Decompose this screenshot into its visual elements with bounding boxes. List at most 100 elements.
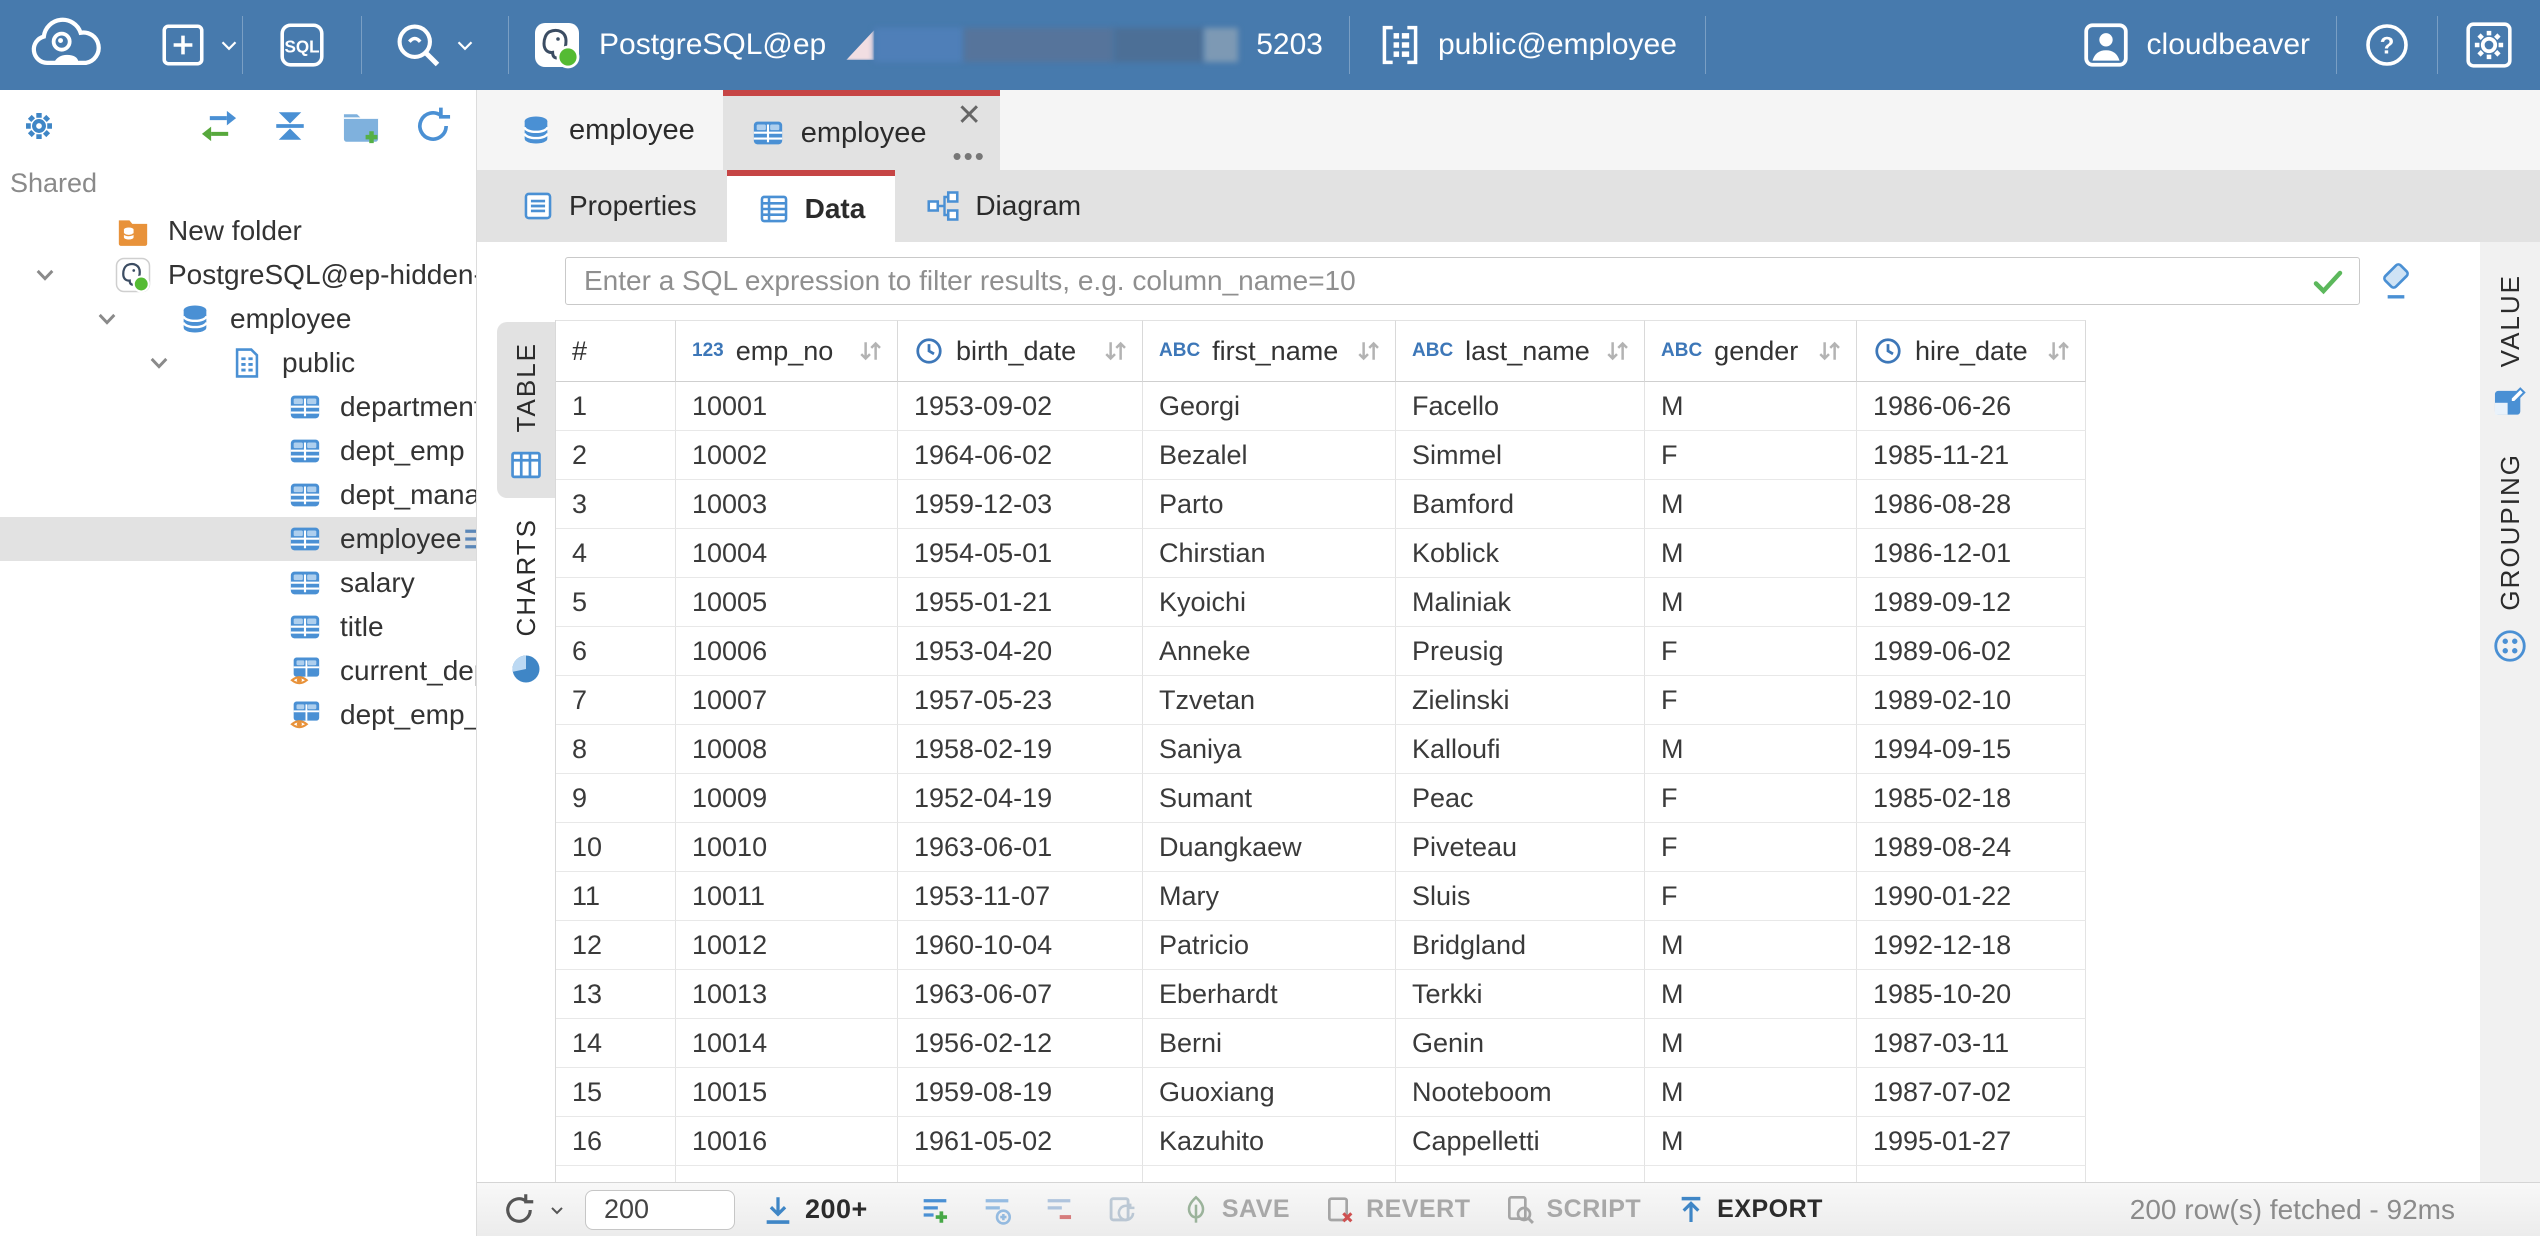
grid-cell-birth_date[interactable]: 1954-05-01 [898, 529, 1143, 578]
refresh-data-button[interactable] [501, 1192, 567, 1228]
grid-cell-emp_no[interactable]: 10016 [676, 1117, 898, 1166]
grid-cell-hire_date[interactable]: 1989-08-24 [1857, 823, 2086, 872]
grid-cell-birth_date[interactable]: 1960-10-04 [898, 921, 1143, 970]
tree-item-public[interactable]: public [0, 341, 476, 385]
new-connection-button[interactable] [158, 20, 242, 70]
sort-arrows-icon[interactable] [1602, 336, 1632, 366]
tree-item-current-dept-emp[interactable]: current_dept_emp [0, 649, 476, 693]
schema-selector[interactable]: public@employee [1378, 23, 1677, 67]
grid-cell-birth_date[interactable]: 1963-06-07 [898, 970, 1143, 1019]
tree-item-postgresql-ep-hidden-[interactable]: PostgreSQL@ep-hidden-... [0, 253, 476, 297]
grid-cell-last_name[interactable]: Nooteboom [1396, 1068, 1645, 1117]
tree-item-dept-manager[interactable]: dept_manager [0, 473, 476, 517]
row-number-cell[interactable]: 2 [556, 431, 676, 480]
grid-cell-hire_date[interactable]: 1987-07-02 [1857, 1068, 2086, 1117]
row-number-cell[interactable]: 10 [556, 823, 676, 872]
presenter-tab-table[interactable]: TABLE [497, 322, 555, 498]
grid-cell-last_name[interactable]: Terkki [1396, 970, 1645, 1019]
column-header-first_name[interactable]: ABCfirst_name [1143, 320, 1396, 382]
duplicate-row-button[interactable] [980, 1193, 1014, 1227]
grid-cell-last_name[interactable]: Cappelletti [1396, 1117, 1645, 1166]
navigator-settings-gear-icon[interactable] [20, 107, 58, 145]
tree-item-new-folder[interactable]: New folder [0, 209, 476, 253]
tree-item-dept-emp-latest-date[interactable]: dept_emp_latest_date [0, 693, 476, 737]
script-button[interactable]: SCRIPT [1504, 1194, 1641, 1226]
grid-cell-gender[interactable]: M [1645, 529, 1857, 578]
sort-arrows-icon[interactable] [2043, 336, 2073, 366]
chevron-down-icon[interactable] [24, 262, 114, 288]
grid-cell-emp_no[interactable]: 10010 [676, 823, 898, 872]
grid-cell-gender[interactable]: M [1645, 1068, 1857, 1117]
grid-cell-last_name[interactable]: Piveteau [1396, 823, 1645, 872]
grid-cell-emp_no[interactable]: 10008 [676, 725, 898, 774]
presenter-tab-charts[interactable]: CHARTS [497, 498, 555, 700]
grid-cell-hire_date[interactable]: 1989-06-02 [1857, 627, 2086, 676]
panel-tab-grouping[interactable]: GROUPING [2491, 437, 2529, 681]
grid-cell-birth_date[interactable]: 1963-06-01 [898, 823, 1143, 872]
sync-connections-icon[interactable] [198, 105, 240, 147]
column-header-hire_date[interactable]: hire_date [1857, 320, 2086, 382]
grid-cell-first_name[interactable]: Bezalel [1143, 431, 1396, 480]
user-menu[interactable]: cloudbeaver [2081, 20, 2310, 70]
grid-cell-hire_date[interactable]: 1992-12-18 [1857, 921, 2086, 970]
grid-cell-emp_no[interactable]: 10014 [676, 1019, 898, 1068]
grid-cell-last_name[interactable]: Sluis [1396, 872, 1645, 921]
close-tab-icon[interactable]: ✕ [957, 102, 982, 130]
sql-editor-button[interactable]: SQL [277, 20, 327, 70]
grid-cell-first_name[interactable]: Parto [1143, 480, 1396, 529]
grid-cell-last_name[interactable]: Bamford [1396, 480, 1645, 529]
grid-cell-first_name[interactable]: Anneke [1143, 627, 1396, 676]
panel-tab-value[interactable]: VALUE [2491, 258, 2529, 437]
auto-refresh-button[interactable] [1104, 1193, 1138, 1227]
grid-cell-last_name[interactable]: Maliniak [1396, 578, 1645, 627]
sort-arrows-icon[interactable] [855, 336, 885, 366]
grid-cell-gender[interactable]: F [1645, 774, 1857, 823]
grid-cell-gender[interactable]: M [1645, 725, 1857, 774]
save-button[interactable]: SAVE [1180, 1194, 1290, 1226]
grid-cell-gender[interactable]: F [1645, 823, 1857, 872]
column-header-birth_date[interactable]: birth_date [898, 320, 1143, 382]
grid-cell-emp_no[interactable]: 10006 [676, 627, 898, 676]
grid-cell-hire_date[interactable]: 1986-08-28 [1857, 480, 2086, 529]
revert-button[interactable]: REVERT [1324, 1194, 1470, 1226]
refresh-tree-icon[interactable] [412, 105, 454, 147]
tree-item-title[interactable]: title [0, 605, 476, 649]
grid-cell-gender[interactable]: M [1645, 970, 1857, 1019]
view-tab-diagram[interactable]: Diagram [895, 170, 1111, 242]
row-number-cell[interactable]: 1 [556, 382, 676, 431]
chevron-down-icon[interactable] [86, 306, 176, 332]
settings-button[interactable] [2464, 20, 2514, 70]
add-row-button[interactable] [918, 1193, 952, 1227]
grid-cell-hire_date[interactable]: 1989-09-12 [1857, 578, 2086, 627]
grid-cell-hire_date[interactable]: 1989-02-10 [1857, 676, 2086, 725]
grid-cell-first_name[interactable]: Tzvetan [1143, 676, 1396, 725]
view-tab-data[interactable]: Data [727, 170, 896, 242]
row-number-cell[interactable]: 11 [556, 872, 676, 921]
grid-cell-emp_no[interactable]: 10002 [676, 431, 898, 480]
grid-cell-emp_no[interactable]: 10001 [676, 382, 898, 431]
view-tab-properties[interactable]: Properties [491, 170, 727, 242]
row-number-cell[interactable]: 4 [556, 529, 676, 578]
grid-cell-first_name[interactable]: Mary [1143, 872, 1396, 921]
grid-cell-hire_date[interactable]: 1994-09-15 [1857, 725, 2086, 774]
column-header-gender[interactable]: ABCgender [1645, 320, 1857, 382]
grid-cell-birth_date[interactable]: 1959-08-19 [898, 1068, 1143, 1117]
export-button[interactable]: EXPORT [1675, 1194, 1823, 1226]
collapse-all-icon[interactable] [270, 106, 310, 146]
grid-cell-first_name[interactable]: Saniya [1143, 725, 1396, 774]
grid-cell-hire_date[interactable]: 1987-03-11 [1857, 1019, 2086, 1068]
grid-cell-gender[interactable]: M [1645, 1117, 1857, 1166]
grid-cell-birth_date[interactable]: 1956-02-12 [898, 1019, 1143, 1068]
grid-cell-first_name[interactable]: Eberhardt [1143, 970, 1396, 1019]
tree-item-dept-emp[interactable]: dept_emp [0, 429, 476, 473]
grid-cell-birth_date[interactable]: 1952-04-19 [898, 774, 1143, 823]
grid-cell-last_name[interactable]: Koblick [1396, 529, 1645, 578]
grid-cell-birth_date[interactable]: 1959-12-03 [898, 480, 1143, 529]
grid-cell-gender[interactable]: M [1645, 480, 1857, 529]
grid-cell-first_name[interactable]: Duangkaew [1143, 823, 1396, 872]
row-number-cell[interactable]: 7 [556, 676, 676, 725]
row-number-cell[interactable]: 5 [556, 578, 676, 627]
grid-cell-emp_no[interactable]: 10012 [676, 921, 898, 970]
grid-cell-first_name[interactable]: Sumant [1143, 774, 1396, 823]
grid-cell-last_name[interactable]: Kalloufi [1396, 725, 1645, 774]
